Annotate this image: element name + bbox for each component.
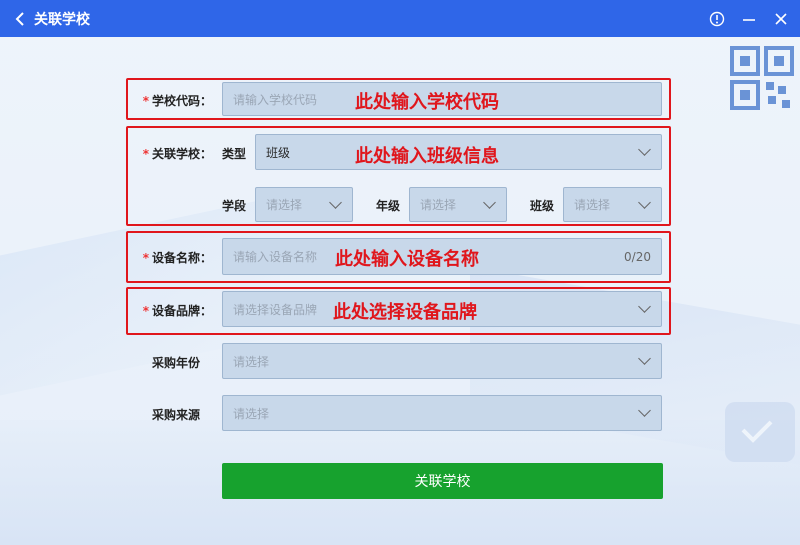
window-title: 关联学校 xyxy=(34,11,90,28)
qr-code-icon[interactable] xyxy=(728,44,798,114)
annotation-class-info: 此处输入班级信息 xyxy=(355,146,499,167)
info-circle-icon[interactable] xyxy=(708,10,726,28)
stage-select[interactable]: 请选择 xyxy=(255,187,353,222)
purchase-source-placeholder: 请选择 xyxy=(233,406,270,421)
chevron-left-icon[interactable] xyxy=(10,9,30,29)
grade-label: 年级 xyxy=(376,199,401,213)
device-name-placeholder: 请输入设备名称 xyxy=(233,250,318,264)
annotation-device-name: 此处输入设备名称 xyxy=(335,249,479,270)
chevron-down-icon xyxy=(638,404,651,417)
class-label: 班级 xyxy=(530,199,555,213)
device-brand-placeholder: 请选择设备品牌 xyxy=(233,302,318,317)
chevron-down-icon xyxy=(638,143,651,156)
chevron-down-icon xyxy=(638,300,651,313)
char-counter: 0/20 xyxy=(624,249,651,264)
school-code-label: * 学校代码： xyxy=(142,94,212,108)
chevron-down-icon xyxy=(483,195,496,209)
school-label: * 关联学校： xyxy=(142,147,212,161)
annotation-device-brand: 此处选择设备品牌 xyxy=(333,302,477,323)
close-icon[interactable] xyxy=(772,10,790,28)
device-name-label: * 设备名称： xyxy=(142,251,212,265)
class-select[interactable]: 请选择 xyxy=(563,187,662,222)
type-value: 班级 xyxy=(266,145,291,160)
title-bar: 关联学校 xyxy=(0,0,800,37)
chevron-down-icon xyxy=(638,352,651,365)
annotation-school-code: 此处输入学校代码 xyxy=(355,92,499,113)
stage-placeholder: 请选择 xyxy=(266,198,303,212)
device-brand-label: * 设备品牌： xyxy=(142,304,212,318)
background-check-icon xyxy=(725,402,795,462)
associate-school-button[interactable]: 关联学校 xyxy=(222,463,663,499)
school-code-placeholder: 请输入学校代码 xyxy=(233,92,318,107)
purchase-year-placeholder: 请选择 xyxy=(233,354,270,369)
purchase-source-label: 采购来源 xyxy=(151,408,200,422)
type-label: 类型 xyxy=(222,147,247,161)
stage-label: 学段 xyxy=(222,199,247,213)
minimize-icon[interactable] xyxy=(740,10,758,28)
class-placeholder: 请选择 xyxy=(574,198,611,212)
chevron-down-icon xyxy=(638,195,651,209)
chevron-down-icon xyxy=(329,195,342,209)
purchase-source-select[interactable]: 请选择 xyxy=(222,395,662,431)
purchase-year-select[interactable]: 请选择 xyxy=(222,343,662,379)
grade-select[interactable]: 请选择 xyxy=(409,187,507,222)
grade-placeholder: 请选择 xyxy=(420,198,457,212)
purchase-year-label: 采购年份 xyxy=(151,356,200,370)
